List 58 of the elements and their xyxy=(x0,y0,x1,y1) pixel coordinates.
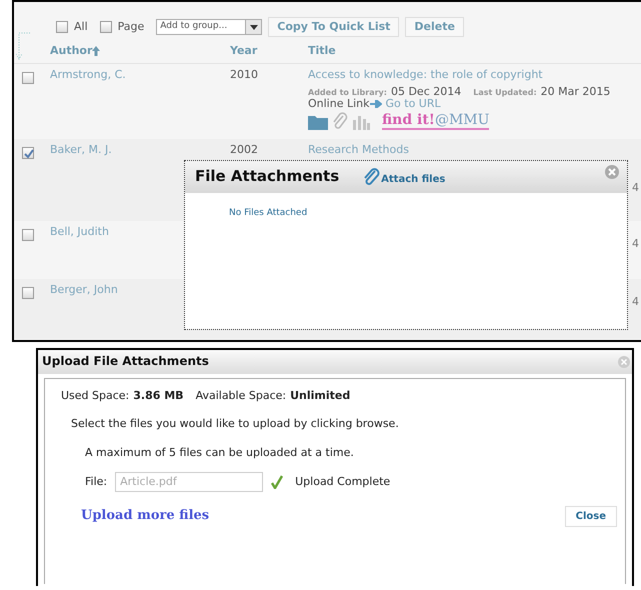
caret-icon xyxy=(250,24,258,30)
title-link[interactable]: Research Methods xyxy=(308,143,409,158)
author-link[interactable]: Bell, Judith xyxy=(50,225,109,238)
checkbox[interactable] xyxy=(100,21,112,33)
arrow-right-icon xyxy=(370,100,382,108)
author-link[interactable]: Baker, M. J. xyxy=(50,143,112,156)
paperclip-icon xyxy=(363,168,382,186)
attach-files-link[interactable]: Attach files xyxy=(363,168,446,186)
checkbox-label: All xyxy=(74,20,88,34)
space-value: 3.86 MB xyxy=(133,389,184,404)
instructions-text: Select the files you would like to upload by clicking browse. xyxy=(71,417,400,432)
paperclip-icon xyxy=(332,112,348,130)
bar-chart-icon xyxy=(352,114,370,130)
space-label: Available Space: xyxy=(196,389,286,404)
space-value: Unlimited xyxy=(290,389,350,404)
checkbox[interactable] xyxy=(56,21,68,33)
date-text: 05 Dec 2014 xyxy=(390,86,462,98)
truncated-text: 4 xyxy=(631,181,640,196)
toolbar-button[interactable]: Copy To Quick List xyxy=(268,16,400,38)
year-text: 2010 xyxy=(230,68,258,81)
folder-icon xyxy=(308,114,328,130)
toolbar-button[interactable]: Delete xyxy=(405,16,464,38)
url-link[interactable]: Go to URL xyxy=(386,97,441,112)
field-label: File: xyxy=(85,474,108,490)
checkbox[interactable] xyxy=(22,287,34,299)
checkbox-label: Page xyxy=(118,20,144,34)
dotted-arrow-icon xyxy=(16,32,32,62)
link-label: Online Link xyxy=(308,97,370,112)
author-link[interactable]: Armstrong, C. xyxy=(50,68,126,81)
space-label: Used Space: xyxy=(61,389,130,404)
truncated-text: 4 xyxy=(631,237,640,252)
empty-message: No Files Attached xyxy=(229,208,308,220)
checkmark-icon xyxy=(271,474,284,489)
author-link[interactable]: Berger, John xyxy=(50,283,118,296)
dialog-title: Upload File Attachments xyxy=(42,354,209,370)
meta-label: Last Updated: xyxy=(473,89,537,98)
truncated-text: 4 xyxy=(631,295,640,310)
column-header[interactable]: Title xyxy=(308,44,336,59)
status-text: Upload Complete xyxy=(295,474,390,490)
checkbox[interactable] xyxy=(22,72,34,84)
title-link[interactable]: Access to knowledge: the role of copyright xyxy=(308,68,543,82)
year-text: 2002 xyxy=(230,143,258,156)
date-text: 20 Mar 2015 xyxy=(540,86,610,98)
checkbox[interactable] xyxy=(22,147,34,159)
meta-label: Added to Library: xyxy=(308,89,387,98)
group-select[interactable]: Add to group... xyxy=(156,19,262,35)
column-header[interactable]: Author xyxy=(50,44,92,59)
close-icon xyxy=(605,165,619,179)
sort-up-icon xyxy=(92,46,100,56)
close-button[interactable]: Close xyxy=(564,506,617,527)
column-header[interactable]: Year xyxy=(230,44,258,59)
popup-title: File Attachments xyxy=(195,167,340,187)
upload-more-link[interactable]: Upload more files xyxy=(81,508,210,525)
checkbox[interactable] xyxy=(22,229,34,241)
file-field[interactable]: Article.pdf xyxy=(115,472,264,492)
close-icon xyxy=(618,356,630,368)
limit-text: A maximum of 5 files can be uploaded at a time. xyxy=(85,446,355,460)
find-it-link[interactable]: find it!@MMU xyxy=(382,112,490,130)
